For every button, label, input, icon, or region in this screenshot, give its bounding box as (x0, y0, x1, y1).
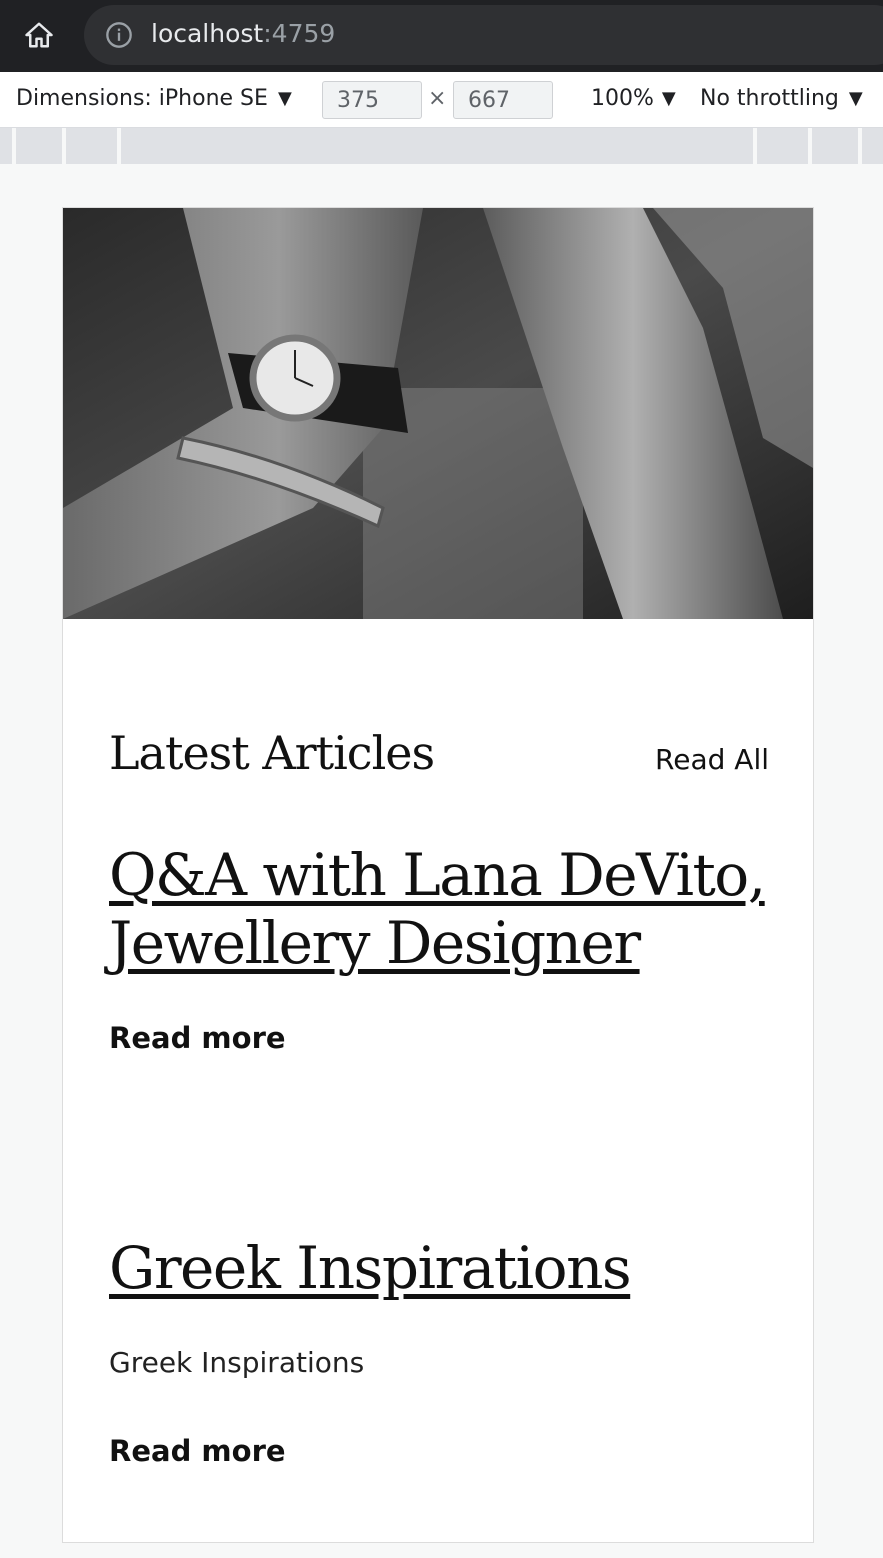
caret-down-icon: ▼ (277, 88, 292, 109)
caret-down-icon: ▼ (661, 88, 676, 109)
section-header: Latest Articles Read All (109, 726, 769, 780)
times-symbol: × (428, 86, 447, 111)
hero-image (63, 208, 813, 619)
ruler-tick (117, 128, 121, 164)
width-input[interactable] (322, 81, 422, 119)
device-toolbar: Dimensions: iPhone SE ▼ × 100% ▼ No thro… (0, 72, 883, 128)
url-port: :4759 (263, 19, 336, 48)
url-text[interactable]: localhost:4759 (151, 18, 335, 50)
info-icon[interactable] (105, 21, 133, 49)
article-title-link[interactable]: Greek Inspirations (109, 1234, 769, 1302)
ruler-tick (808, 128, 812, 164)
height-input[interactable] (453, 81, 553, 119)
read-more-link[interactable]: Read more (109, 1021, 286, 1055)
browser-toolbar: localhost:4759 (0, 0, 883, 72)
article-title-link[interactable]: Q&A with Lana DeVito, Jewellery Designer (109, 841, 769, 977)
throttling-dropdown[interactable]: No throttling ▼ (700, 86, 863, 111)
home-icon[interactable] (18, 14, 60, 56)
media-query-bar[interactable] (0, 128, 883, 164)
device-viewport: Latest Articles Read All Q&A with Lana D… (62, 207, 814, 1543)
ruler-tick (62, 128, 66, 164)
zoom-dropdown[interactable]: 100% ▼ (591, 86, 676, 111)
address-bar[interactable]: localhost:4759 (84, 5, 883, 65)
url-host: localhost (151, 19, 264, 48)
ruler-tick (753, 128, 757, 164)
article-excerpt: Greek Inspirations (109, 1346, 365, 1379)
ruler-tick (12, 128, 16, 164)
zoom-label: 100% (591, 86, 654, 111)
read-all-link[interactable]: Read All (655, 743, 769, 776)
read-more-link[interactable]: Read more (109, 1434, 286, 1468)
throttling-label: No throttling (700, 86, 839, 111)
section-title: Latest Articles (109, 726, 435, 780)
dimensions-dropdown[interactable]: Dimensions: iPhone SE ▼ (16, 86, 292, 111)
ruler-tick (858, 128, 862, 164)
dimensions-label: Dimensions: iPhone SE (16, 86, 268, 111)
caret-down-icon: ▼ (848, 88, 863, 109)
